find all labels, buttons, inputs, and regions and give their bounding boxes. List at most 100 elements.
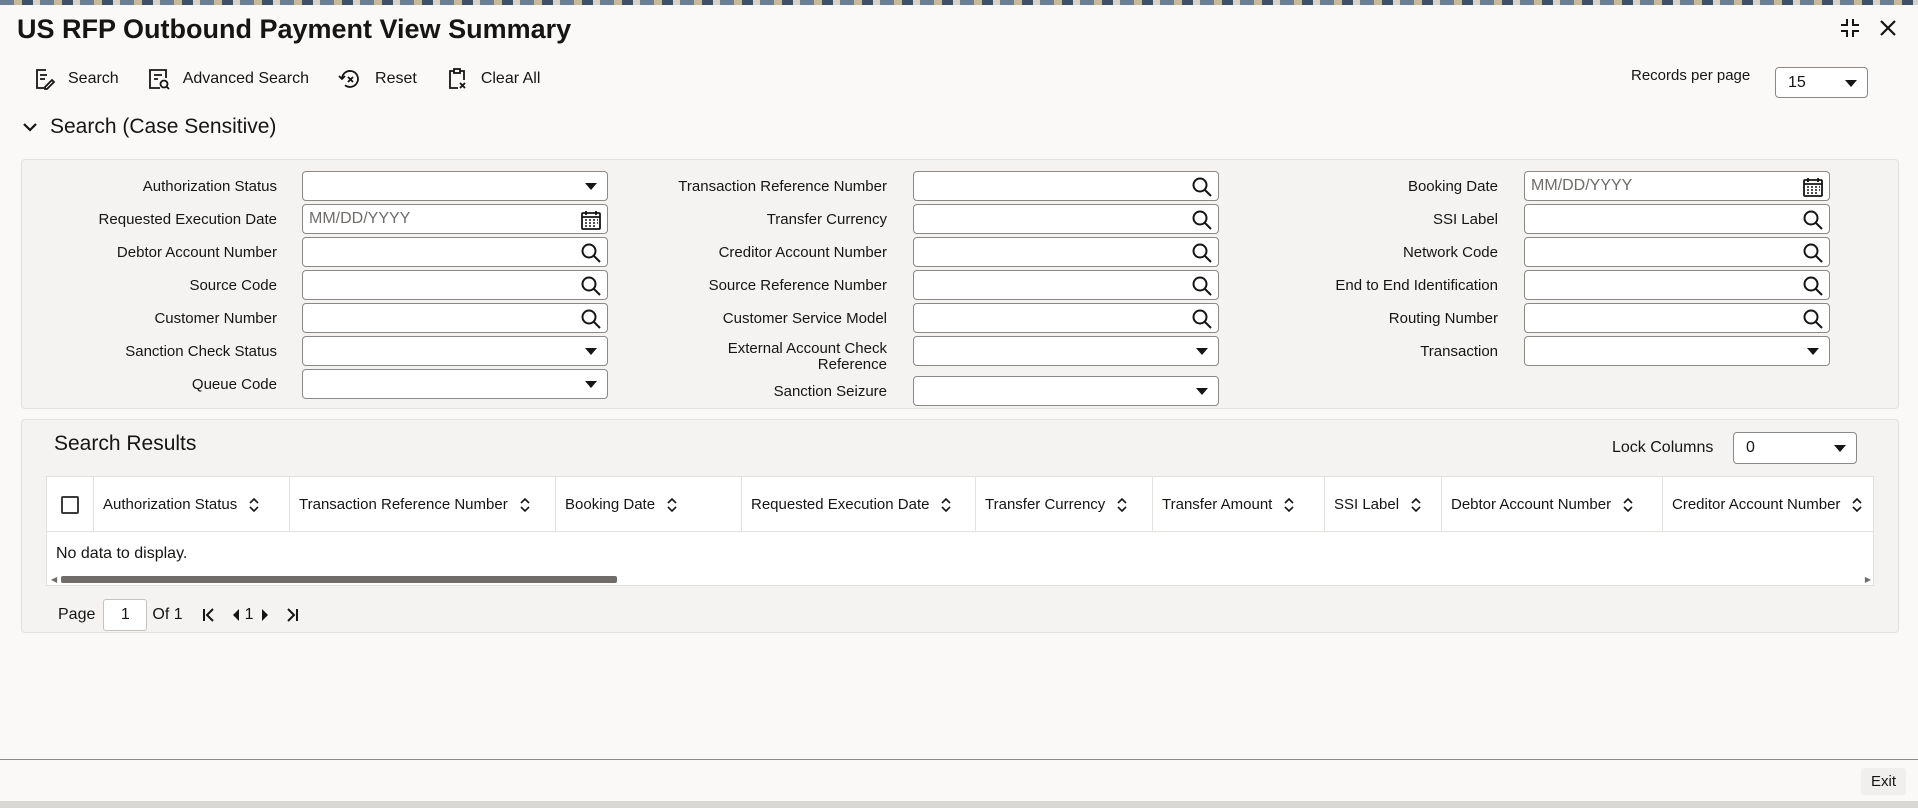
results-title: Search Results	[54, 432, 197, 455]
horizontal-scrollbar[interactable]: ◀ ▶	[47, 573, 1873, 585]
transaction-select[interactable]	[1524, 336, 1830, 366]
external-account-check-label-line2: Reference	[817, 356, 887, 373]
authorization-status-select[interactable]	[302, 171, 608, 201]
page-number-input[interactable]: 1	[103, 599, 148, 631]
customer-service-model-input[interactable]	[913, 303, 1219, 333]
next-page-icon[interactable]	[260, 608, 270, 622]
queue-code-select[interactable]	[302, 369, 608, 399]
sort-icon[interactable]	[1117, 497, 1127, 512]
external-account-check-reference-select[interactable]	[913, 336, 1219, 366]
search-doc-icon	[36, 69, 56, 90]
column-header-creditor-account-number[interactable]: Creditor Account Number	[1663, 477, 1873, 532]
lock-columns-select[interactable]: 0	[1733, 432, 1857, 464]
exit-button[interactable]: Exit	[1860, 768, 1906, 795]
scroll-left-arrow-icon[interactable]: ◀	[51, 575, 57, 584]
transaction-reference-number-input[interactable]	[913, 171, 1219, 201]
calendar-icon[interactable]	[579, 208, 603, 232]
sort-icon[interactable]	[1284, 497, 1294, 512]
column-header-ssi-label[interactable]: SSI Label	[1325, 477, 1442, 532]
booking-date-placeholder: MM/DD/YYYY	[1531, 177, 1633, 194]
search-icon[interactable]	[1190, 175, 1214, 199]
search-icon[interactable]	[1801, 274, 1825, 298]
sort-icon[interactable]	[249, 497, 259, 512]
search-icon[interactable]	[1801, 241, 1825, 265]
records-per-page-select[interactable]: 15	[1775, 67, 1868, 98]
sort-icon[interactable]	[1411, 497, 1421, 512]
search-icon[interactable]	[1190, 274, 1214, 298]
close-icon[interactable]	[1876, 16, 1900, 40]
transfer-currency-label: Transfer Currency	[766, 211, 887, 228]
clear-all-label: Clear All	[480, 70, 541, 87]
column-label: Requested Execution Date	[751, 496, 930, 513]
column-header-debtor-account-number[interactable]: Debtor Account Number	[1442, 477, 1663, 532]
column-header-transfer-amount[interactable]: Transfer Amount	[1153, 477, 1325, 532]
scrollbar-thumb[interactable]	[61, 576, 617, 583]
footer-bar: Exit	[0, 759, 1918, 801]
toolbar: Search Advanced Search Reset Clear All	[32, 66, 568, 92]
search-button[interactable]: Search	[32, 66, 119, 92]
no-data-message: No data to display.	[56, 545, 188, 562]
network-code-input[interactable]	[1524, 237, 1830, 267]
table-header-row: Authorization Status Transaction Referen…	[47, 477, 1873, 532]
scroll-right-arrow-icon[interactable]: ▶	[1865, 575, 1871, 584]
chevron-down-icon	[1845, 79, 1857, 87]
reset-button[interactable]: Reset	[337, 66, 417, 92]
sort-icon[interactable]	[1623, 497, 1633, 512]
ssi-label-input[interactable]	[1524, 204, 1830, 234]
authorization-status-label: Authorization Status	[142, 178, 277, 195]
debtor-account-number-label: Debtor Account Number	[116, 244, 277, 261]
column-label: Creditor Account Number	[1672, 496, 1841, 513]
last-page-icon[interactable]	[284, 607, 300, 623]
advanced-search-button[interactable]: Advanced Search	[147, 66, 309, 92]
column-header-transaction-reference-number[interactable]: Transaction Reference Number	[290, 477, 556, 532]
debtor-account-number-input[interactable]	[302, 237, 608, 267]
previous-page-icon[interactable]	[231, 608, 241, 622]
page-number-value: 1	[120, 606, 130, 623]
chevron-down-icon	[585, 381, 597, 388]
calendar-icon[interactable]	[1801, 175, 1825, 199]
column-header-authorization-status[interactable]: Authorization Status	[94, 477, 290, 532]
end-to-end-identification-input[interactable]	[1524, 270, 1830, 300]
sanction-seizure-select[interactable]	[913, 376, 1219, 406]
search-icon[interactable]	[1190, 208, 1214, 232]
network-code-label: Network Code	[1402, 244, 1498, 261]
reset-label: Reset	[375, 70, 417, 87]
minimize-icon[interactable]	[1838, 16, 1862, 40]
search-icon[interactable]	[1801, 208, 1825, 232]
transfer-currency-input[interactable]	[913, 204, 1219, 234]
sort-icon[interactable]	[667, 497, 677, 512]
column-header-booking-date[interactable]: Booking Date	[556, 477, 742, 532]
source-code-input[interactable]	[302, 270, 608, 300]
source-code-label: Source Code	[189, 277, 277, 294]
sanction-check-status-select[interactable]	[302, 336, 608, 366]
search-icon[interactable]	[1190, 241, 1214, 265]
first-page-icon[interactable]	[201, 607, 217, 623]
column-header-transfer-currency[interactable]: Transfer Currency	[976, 477, 1153, 532]
chevron-down-icon	[585, 183, 597, 190]
search-icon[interactable]	[579, 241, 603, 265]
select-all-checkbox[interactable]	[61, 495, 79, 514]
requested-execution-date-input[interactable]: MM/DD/YYYY	[302, 204, 608, 234]
search-icon[interactable]	[579, 307, 603, 331]
ssi-label-label: SSI Label	[1432, 211, 1498, 228]
clear-all-button[interactable]: Clear All	[445, 66, 541, 92]
routing-number-input[interactable]	[1524, 303, 1830, 333]
creditor-account-number-input[interactable]	[913, 237, 1219, 267]
search-icon[interactable]	[579, 274, 603, 298]
booking-date-input[interactable]: MM/DD/YYYY	[1524, 171, 1830, 201]
source-reference-number-input[interactable]	[913, 270, 1219, 300]
sort-icon[interactable]	[941, 497, 952, 512]
page-label: Page	[58, 606, 96, 623]
reset-icon	[338, 70, 359, 88]
search-icon[interactable]	[1190, 307, 1214, 331]
select-all-cell	[47, 477, 94, 532]
column-label: Transaction Reference Number	[299, 496, 508, 513]
customer-number-input[interactable]	[302, 303, 608, 333]
sort-icon[interactable]	[520, 497, 530, 512]
sort-icon[interactable]	[1852, 497, 1862, 512]
end-to-end-identification-label: End to End Identification	[1335, 277, 1498, 294]
requested-execution-date-placeholder: MM/DD/YYYY	[309, 210, 411, 227]
search-icon[interactable]	[1801, 307, 1825, 331]
column-header-requested-execution-date[interactable]: Requested Execution Date	[742, 477, 976, 532]
search-section-toggle[interactable]: Search (Case Sensitive)	[22, 115, 276, 139]
